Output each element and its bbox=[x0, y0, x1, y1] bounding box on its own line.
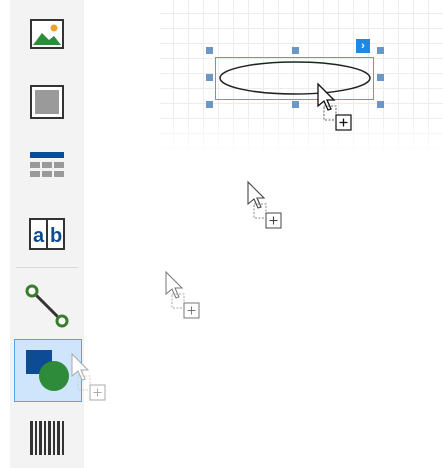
resize-handle-top[interactable] bbox=[292, 47, 299, 54]
resize-handle-top-left[interactable] bbox=[206, 47, 213, 54]
panel-tool[interactable] bbox=[14, 72, 80, 132]
drag-copy-cursor-icon bbox=[165, 270, 200, 319]
picture-icon bbox=[30, 19, 64, 49]
label-tool[interactable]: a b bbox=[14, 204, 80, 264]
label-tool-text-b: b bbox=[50, 225, 62, 247]
drag-copy-cursor-icon bbox=[71, 352, 106, 401]
panel-icon bbox=[30, 85, 64, 119]
barcode-tool[interactable] bbox=[14, 408, 80, 468]
line-tool[interactable] bbox=[14, 276, 80, 336]
line-icon bbox=[25, 284, 69, 328]
drag-copy-cursor-icon bbox=[247, 180, 282, 229]
table-tool[interactable] bbox=[14, 136, 80, 196]
table-icon bbox=[30, 152, 64, 177]
label-tool-text-a: a bbox=[33, 225, 45, 247]
design-surface-fade bbox=[160, 110, 443, 155]
shape-icon bbox=[26, 349, 69, 391]
resize-handle-bottom-left[interactable] bbox=[206, 101, 213, 108]
drag-copy-cursor-icon bbox=[317, 82, 352, 131]
barcode-icon bbox=[30, 421, 64, 455]
resize-handle-right[interactable] bbox=[377, 74, 384, 81]
resize-handle-left[interactable] bbox=[206, 74, 213, 81]
toolbox-separator bbox=[16, 267, 78, 268]
label-ab-icon: a b bbox=[29, 218, 65, 250]
resize-handle-bottom-right[interactable] bbox=[377, 101, 384, 108]
resize-handle-top-right[interactable] bbox=[377, 47, 384, 54]
resize-handle-bottom[interactable] bbox=[292, 101, 299, 108]
picture-box-tool[interactable] bbox=[14, 4, 80, 64]
smart-tag-button[interactable]: › bbox=[356, 39, 370, 53]
